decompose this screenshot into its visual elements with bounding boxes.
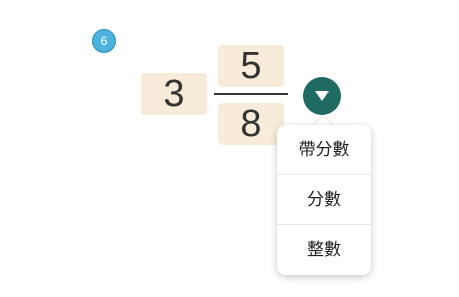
number-type-dropdown-button[interactable] — [303, 77, 341, 115]
numerator-input[interactable]: 5 — [218, 45, 284, 87]
menu-item-mixed-number[interactable]: 帶分數 — [277, 125, 371, 175]
fraction-bar — [214, 93, 288, 95]
menu-item-whole-number[interactable]: 整數 — [277, 225, 371, 275]
denominator-input[interactable]: 8 — [218, 103, 284, 145]
caret-down-icon — [315, 91, 329, 101]
whole-number-input[interactable]: 3 — [141, 73, 207, 115]
number-type-dropdown-menu: 帶分數 分數 整數 — [277, 125, 371, 275]
menu-item-fraction[interactable]: 分數 — [277, 175, 371, 225]
question-number-badge: 6 — [92, 29, 116, 53]
